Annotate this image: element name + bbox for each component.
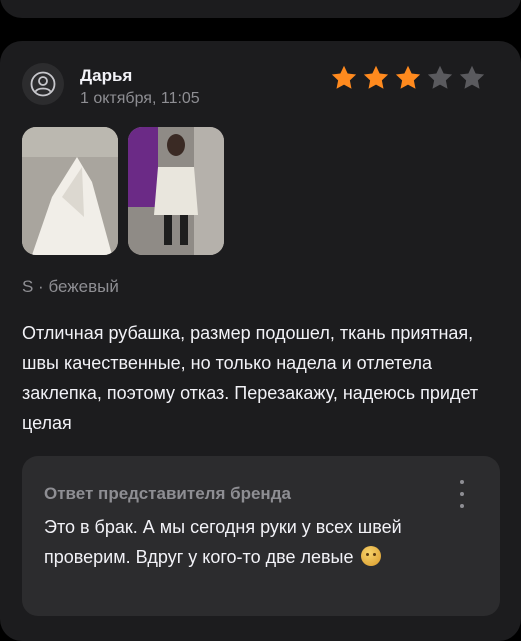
brand-reply: Ответ представителя бренда Это в брак. А… (22, 456, 500, 616)
reply-text: Это в брак. А мы сегодня руки у всех шве… (44, 517, 402, 567)
review-date: 1 октября, 11:05 (80, 90, 200, 107)
avatar (22, 63, 64, 105)
product-variant: S · бежевый (22, 277, 119, 296)
review-author: Дарья (80, 66, 133, 85)
review-text: Отличная рубашка, размер подошел, ткань … (22, 323, 479, 433)
star-icon (427, 65, 453, 89)
review-photo[interactable] (22, 127, 118, 255)
rating-stars (329, 63, 487, 93)
face-with-tongue-icon (360, 546, 381, 566)
review-photo[interactable] (128, 127, 224, 255)
star-icon (331, 65, 357, 89)
previous-review-card (0, 0, 521, 18)
star-icon (395, 65, 421, 89)
fitting-room-photo-image (128, 127, 224, 255)
more-vertical-icon[interactable] (458, 480, 466, 508)
user-icon (30, 71, 56, 97)
star-icon (363, 65, 389, 89)
shirt-photo-image (22, 127, 118, 255)
reply-title: Ответ представителя бренда (44, 484, 291, 503)
reply-text-container: Это в брак. А мы сегодня руки у всех шве… (44, 512, 464, 572)
star-icon (459, 65, 485, 89)
